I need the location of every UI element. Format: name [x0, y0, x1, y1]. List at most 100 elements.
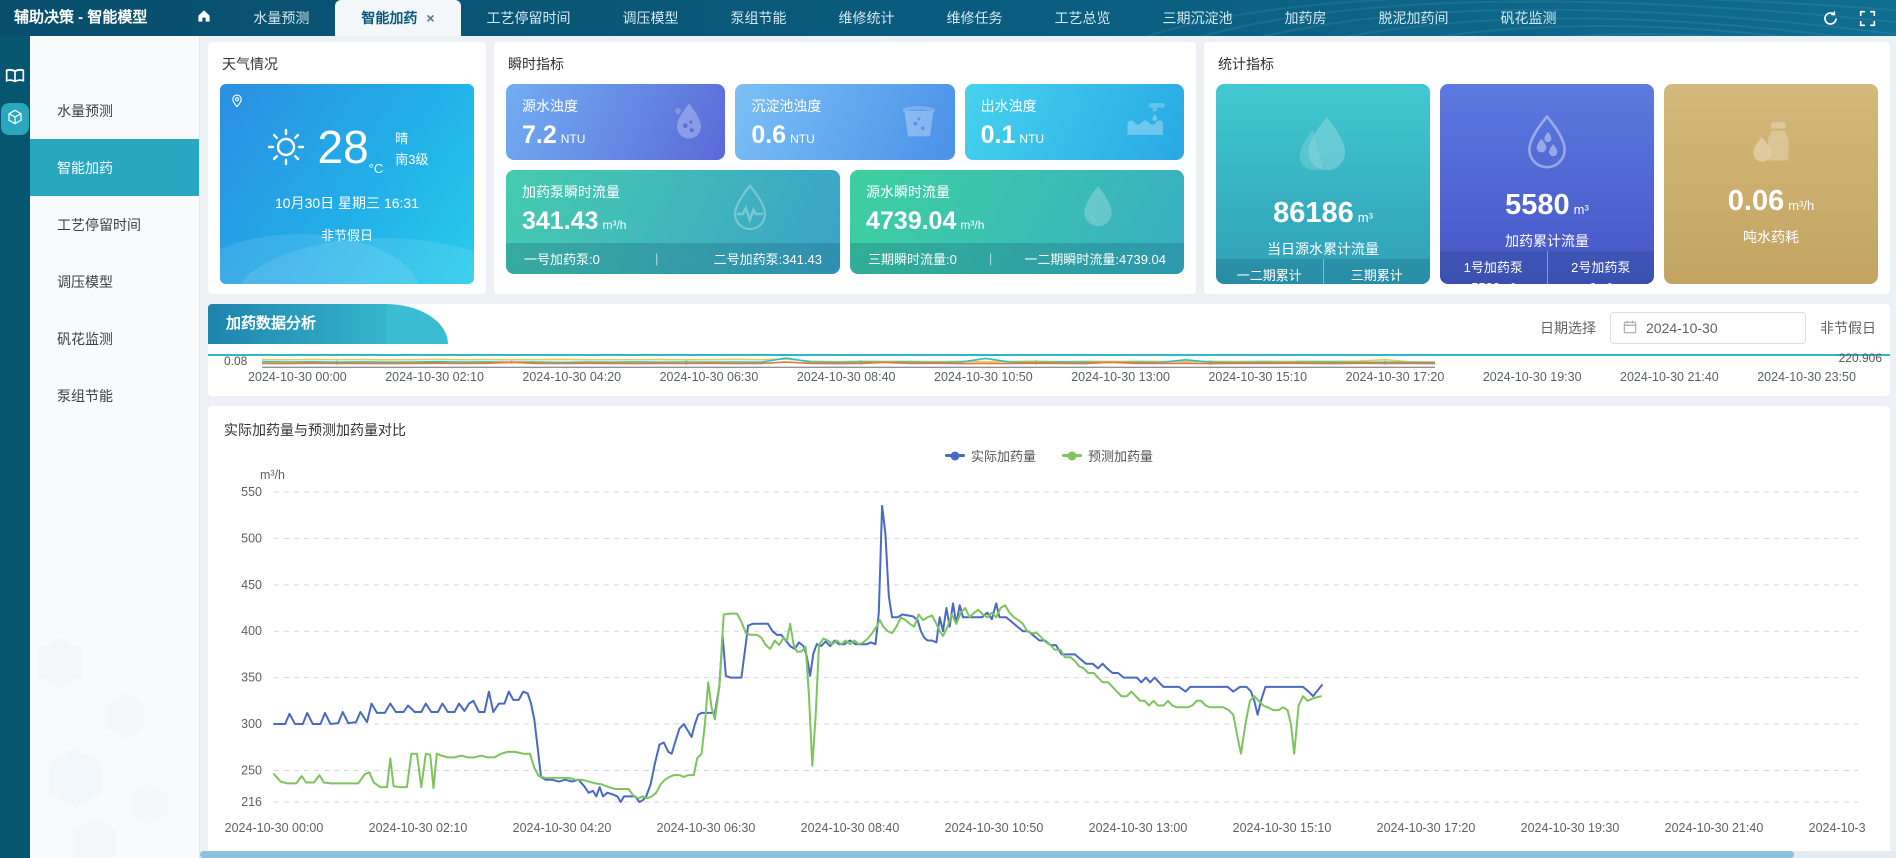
- tab-label: 脱泥加药间: [1379, 8, 1449, 28]
- svg-text:2024-10-30 19:30: 2024-10-30 19:30: [1521, 821, 1620, 835]
- footer-left: 三期瞬时流量:0: [868, 249, 957, 268]
- stat-value: 0.06m³/h: [1728, 185, 1814, 218]
- turbidity-cards-row: 源水浊度7.2NTU沉淀池浊度0.6NTU出水浊度0.1NTU: [506, 84, 1184, 160]
- spark-x-axis-labels: 2024-10-30 00:00 2024-10-30 02:10 2024-10-…: [248, 370, 1856, 384]
- footer-right: 一二期瞬时流量:4739.04: [1024, 249, 1166, 268]
- stat-footer-col: 1号加药泵5580m³: [1440, 251, 1547, 284]
- top-tab-4[interactable]: 泵组节能: [705, 0, 813, 36]
- date-select-label: 日期选择: [1540, 318, 1596, 338]
- weather-condition: 晴 南3级: [395, 129, 428, 171]
- legend-label: 实际加药量: [971, 446, 1036, 465]
- spark-min-label: 0.08: [224, 354, 247, 368]
- flow-card-0: 加药泵瞬时流量341.43m³/h一号加药泵:0|二号加药泵:341.43: [506, 170, 840, 274]
- svg-text:450: 450: [241, 578, 262, 592]
- wind-text: 南3级: [395, 150, 428, 171]
- fullscreen-icon[interactable]: [1859, 10, 1876, 27]
- tab-label: 工艺总览: [1055, 8, 1111, 28]
- legend-item-1[interactable]: 预测加药量: [1062, 446, 1153, 465]
- comparison-chart-title: 实际加药量与预测加药量对比: [208, 406, 1890, 440]
- top-tab-8[interactable]: 三期沉淀池: [1137, 0, 1259, 36]
- svg-text:2024-10-30 10:50: 2024-10-30 10:50: [945, 821, 1044, 835]
- sidebar-item-0[interactable]: 水量预测: [30, 82, 199, 139]
- tab-label: 维修任务: [947, 8, 1003, 28]
- top-tab-3[interactable]: 调压模型: [597, 0, 705, 36]
- svg-text:250: 250: [241, 763, 262, 777]
- horizontal-scrollbar[interactable]: [200, 851, 1896, 858]
- sidebar-item-2[interactable]: 工艺停留时间: [30, 196, 199, 253]
- card-value: 4739.04m³/h: [866, 207, 1168, 236]
- stat-label: 吨水药耗: [1743, 227, 1799, 247]
- stats-cards-row: 86186m³当日源水累计流量一二期累计11016m³三期累计75170m³ 55…: [1216, 84, 1878, 284]
- top-panels-row: 天气情况: [208, 42, 1890, 294]
- tab-label: 矾花监测: [1501, 8, 1557, 28]
- spark-x-label: 2024-10-30 02:10: [385, 370, 484, 384]
- sun-icon: [266, 127, 306, 172]
- dosing-drop-icon: [1514, 110, 1580, 181]
- home-button[interactable]: [181, 0, 227, 36]
- top-tab-7[interactable]: 工艺总览: [1029, 0, 1137, 36]
- top-tab-0[interactable]: 水量预测: [227, 0, 335, 36]
- calendar-icon: [1623, 320, 1637, 337]
- top-tab-9[interactable]: 加药房: [1259, 0, 1353, 36]
- book-icon[interactable]: [5, 68, 25, 89]
- svg-text:400: 400: [241, 624, 262, 638]
- stat-footer: 1号加药泵5580m³2号加药泵0m³: [1440, 251, 1654, 284]
- tab-label: 加药房: [1285, 8, 1327, 28]
- legend-marker: [945, 454, 965, 457]
- sidebar-item-1[interactable]: 智能加药: [30, 139, 199, 196]
- turbidity-card-1: 沉淀池浊度0.6NTU: [735, 84, 954, 160]
- svg-text:2024-10-30 06:30: 2024-10-30 06:30: [657, 821, 756, 835]
- condition-text: 晴: [395, 129, 428, 150]
- svg-text:350: 350: [241, 671, 262, 685]
- ribbon-tail-decoration: [386, 304, 448, 344]
- stat-value: 5580m³: [1505, 189, 1589, 222]
- turbidity-card-2: 出水浊度0.1NTU: [965, 84, 1184, 160]
- topbar-actions: [1822, 0, 1896, 36]
- spark-x-label: 2024-10-30 21:40: [1620, 370, 1719, 384]
- tab-label: 水量预测: [253, 8, 309, 28]
- tab-label: 调压模型: [623, 8, 679, 28]
- weather-panel-title: 天气情况: [208, 42, 486, 84]
- card-label: 源水瞬时流量: [866, 182, 1168, 202]
- spark-x-label: 2024-10-30 06:30: [660, 370, 759, 384]
- stat-label: 加药累计流量: [1505, 231, 1589, 251]
- chart-plot-area: 2162503003504004505005502024-10-30 00:00…: [216, 484, 1882, 858]
- weather-date-line: 10月30日 星期三 16:31: [220, 193, 474, 213]
- top-tab-6[interactable]: 维修任务: [921, 0, 1029, 36]
- legend-label: 预测加药量: [1088, 446, 1153, 465]
- sidebar-item-5[interactable]: 泵组节能: [30, 367, 199, 424]
- refresh-icon[interactable]: [1822, 10, 1839, 27]
- scrollbar-thumb[interactable]: [200, 851, 1794, 858]
- top-tab-1[interactable]: 智能加药×: [335, 0, 460, 36]
- spark-x-label: 2024-10-30 23:50: [1757, 370, 1856, 384]
- dosing-analysis-ribbon: 加药数据分析: [208, 304, 448, 344]
- footer-separator: |: [655, 251, 658, 266]
- svg-text:2024-10-30 17:20: 2024-10-30 17:20: [1377, 821, 1476, 835]
- instant-indicators-panel: 瞬时指标 源水浊度7.2NTU沉淀池浊度0.6NTU出水浊度0.1NTU 加药泵…: [494, 42, 1196, 294]
- instant-panel-title: 瞬时指标: [494, 42, 1196, 84]
- top-tab-10[interactable]: 脱泥加药间: [1353, 0, 1475, 36]
- tab-label: 维修统计: [839, 8, 895, 28]
- footer-left: 一号加药泵:0: [524, 249, 600, 268]
- stat-footer-col: 一二期累计11016m³: [1216, 259, 1323, 284]
- model-module-chip[interactable]: [1, 103, 29, 135]
- stat-footer: 一二期累计11016m³三期累计75170m³: [1216, 259, 1430, 284]
- legend-item-0[interactable]: 实际加药量: [945, 446, 1036, 465]
- date-value: 2024-10-30: [1646, 320, 1718, 336]
- top-tab-5[interactable]: 维修统计: [813, 0, 921, 36]
- svg-text:300: 300: [241, 717, 262, 731]
- svg-text:2024-10-30 04:20: 2024-10-30 04:20: [513, 821, 612, 835]
- stat-card-0: 86186m³当日源水累计流量一二期累计11016m³三期累计75170m³: [1216, 84, 1430, 284]
- pump-pulse-drop-icon: [724, 182, 776, 239]
- tab-close-icon[interactable]: ×: [426, 10, 434, 26]
- sidebar-item-4[interactable]: 矾花监测: [30, 310, 199, 367]
- water-drop-icon: [1076, 182, 1120, 235]
- weather-holiday: 非节假日: [220, 225, 474, 244]
- sidebar-item-3[interactable]: 调压模型: [30, 253, 199, 310]
- top-tab-11[interactable]: 矾花监测: [1475, 0, 1583, 36]
- comparison-line-chart[interactable]: 2162503003504004505005502024-10-30 00:00…: [216, 484, 1866, 852]
- top-tab-2[interactable]: 工艺停留时间: [461, 0, 597, 36]
- spark-x-label: 2024-10-30 00:00: [248, 370, 347, 384]
- date-picker[interactable]: 2024-10-30: [1610, 312, 1806, 344]
- app-title: 辅助决策 - 智能模型: [0, 0, 181, 36]
